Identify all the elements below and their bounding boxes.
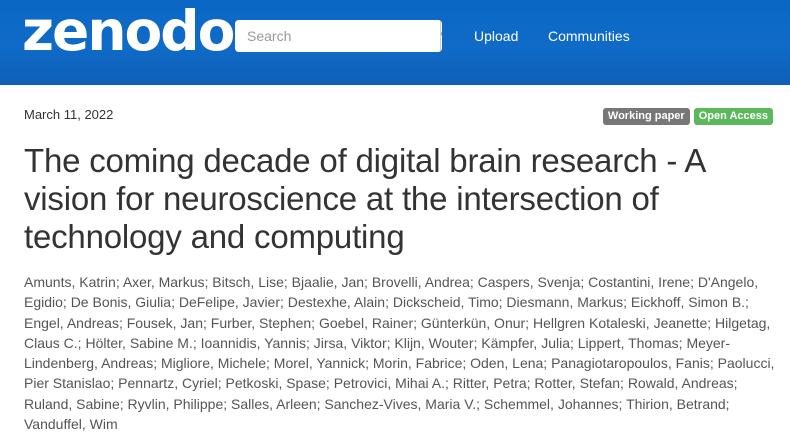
search-box (235, 20, 442, 52)
nav-upload[interactable]: Upload (474, 28, 518, 44)
navbar: zenodo Upload Communities (0, 0, 790, 85)
authors-list: Amunts, Katrin; Axer, Markus; Bitsch, Li… (24, 274, 775, 433)
record-title: The coming decade of digital brain resea… (24, 142, 705, 255)
zenodo-logo[interactable]: zenodo (22, 4, 235, 59)
search-icon (441, 28, 442, 45)
access-right-badge[interactable]: Open Access (693, 108, 773, 125)
badge-group: Working paper Open Access (602, 108, 773, 125)
publication-date: March 11, 2022 (24, 107, 114, 122)
nav-communities[interactable]: Communities (548, 28, 630, 44)
search-button[interactable] (440, 20, 442, 52)
resource-type-badge[interactable]: Working paper (602, 108, 690, 125)
search-input[interactable] (235, 20, 440, 52)
